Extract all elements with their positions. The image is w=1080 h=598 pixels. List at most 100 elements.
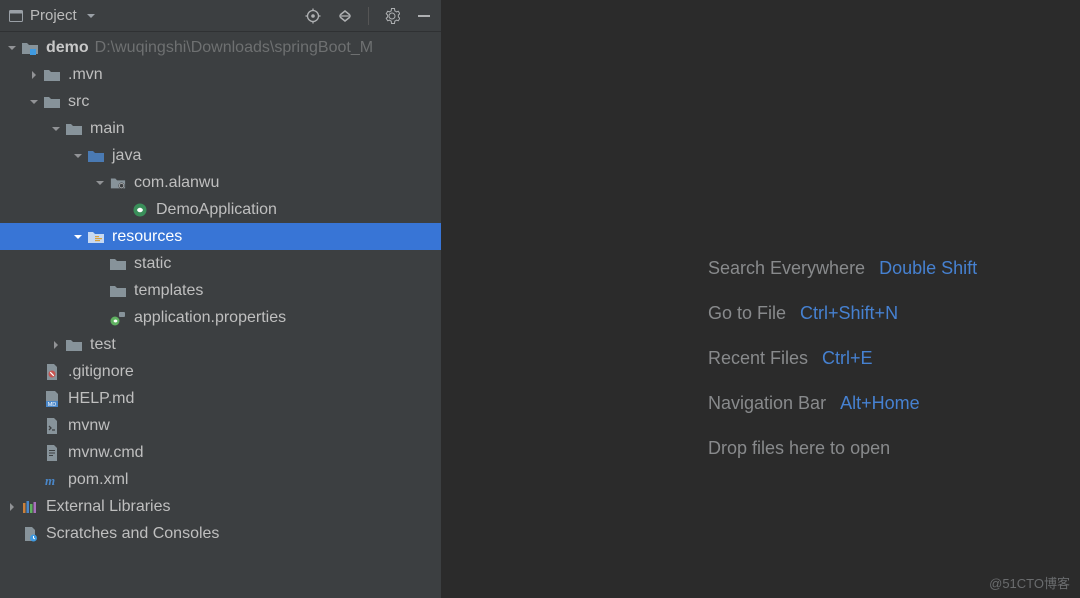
tip-line: Drop files here to open (708, 438, 977, 459)
tree-row-templates[interactable]: templates (0, 277, 441, 304)
tree-row-main[interactable]: main (0, 115, 441, 142)
tip-shortcut: Ctrl+E (822, 348, 873, 369)
tree-label: demo (46, 39, 89, 57)
caret-icon (26, 472, 42, 488)
gitignore-icon (42, 364, 62, 380)
caret-icon (26, 391, 42, 407)
tree-label: .mvn (68, 66, 103, 84)
folder-icon (42, 94, 62, 110)
tip-label: Drop files here to open (708, 438, 890, 459)
folder-icon (108, 256, 128, 272)
toolbar-title[interactable]: Project (30, 7, 77, 24)
caret-icon (92, 283, 108, 299)
caret-icon[interactable] (70, 148, 86, 164)
caret-icon[interactable] (26, 94, 42, 110)
tree-row-pom-xml[interactable]: m pom.xml (0, 466, 441, 493)
tree-label: com.alanwu (134, 174, 219, 192)
caret-icon[interactable] (92, 175, 108, 191)
project-sidebar: Project demo D:\wuqingshi\Downloads\sprin… (0, 0, 442, 598)
caret-icon (114, 202, 130, 218)
package-icon (108, 175, 128, 191)
caret-icon (92, 310, 108, 326)
tree-label: mvnw (68, 417, 110, 435)
tree-row-java[interactable]: java (0, 142, 441, 169)
dropdown-icon[interactable] (83, 8, 99, 24)
scratches-icon (20, 526, 40, 542)
tree-row--mvn[interactable]: .mvn (0, 61, 441, 88)
tree-row-mvnw-cmd[interactable]: mvnw.cmd (0, 439, 441, 466)
tip-label: Go to File (708, 303, 786, 324)
tip-shortcut: Ctrl+Shift+N (800, 303, 898, 324)
tip-shortcut: Double Shift (879, 258, 977, 279)
caret-icon[interactable] (4, 40, 20, 56)
tree-label: application.properties (134, 309, 286, 327)
tree-row-demoapplication[interactable]: DemoApplication (0, 196, 441, 223)
tree-label: src (68, 93, 89, 111)
caret-icon (26, 364, 42, 380)
folder-icon (42, 67, 62, 83)
tree-label: main (90, 120, 125, 138)
tree-row-src[interactable]: src (0, 88, 441, 115)
tree-label: java (112, 147, 141, 165)
tip-label: Recent Files (708, 348, 808, 369)
tip-line: Navigation Bar Alt+Home (708, 393, 977, 414)
md-icon: MD (42, 391, 62, 407)
tree-label: static (134, 255, 171, 273)
tree-label: pom.xml (68, 471, 128, 489)
caret-icon[interactable] (70, 229, 86, 245)
toolbar-divider (368, 7, 369, 25)
collapse-all-icon[interactable] (336, 7, 354, 25)
tree-label: mvnw.cmd (68, 444, 144, 462)
tree-label: DemoApplication (156, 201, 277, 219)
minimize-icon[interactable] (415, 7, 433, 25)
tree-row-com-alanwu[interactable]: com.alanwu (0, 169, 441, 196)
tip-label: Navigation Bar (708, 393, 826, 414)
locate-icon[interactable] (304, 7, 322, 25)
caret-icon[interactable] (48, 121, 64, 137)
editor-empty-state: Search Everywhere Double Shift Go to File C… (442, 0, 1080, 598)
tree-row-static[interactable]: static (0, 250, 441, 277)
libraries-icon (20, 499, 40, 515)
tree-row-external-libraries[interactable]: External Libraries (0, 493, 441, 520)
caret-icon[interactable] (48, 337, 64, 353)
tree-row-demo[interactable]: demo D:\wuqingshi\Downloads\springBoot_M (0, 34, 441, 61)
project-icon (8, 8, 24, 24)
folder-icon (64, 337, 84, 353)
tip-line: Recent Files Ctrl+E (708, 348, 977, 369)
spring-class-icon (130, 202, 150, 218)
caret-icon (4, 526, 20, 542)
project-tree[interactable]: demo D:\wuqingshi\Downloads\springBoot_M.… (0, 32, 441, 598)
caret-icon (26, 445, 42, 461)
tip-label: Search Everywhere (708, 258, 865, 279)
caret-icon[interactable] (26, 67, 42, 83)
watermark: @51CTO博客 (989, 573, 1070, 592)
tree-row-help-md[interactable]: MDHELP.md (0, 385, 441, 412)
tip-line: Search Everywhere Double Shift (708, 258, 977, 279)
shell-icon (42, 418, 62, 434)
resources-folder-icon (86, 229, 106, 245)
project-toolbar: Project (0, 0, 441, 32)
tree-row-application-properties[interactable]: application.properties (0, 304, 441, 331)
caret-icon[interactable] (4, 499, 20, 515)
file-icon (42, 445, 62, 461)
tree-row-scratches-and-consoles[interactable]: Scratches and Consoles (0, 520, 441, 547)
module-folder-icon (20, 40, 40, 56)
caret-icon (26, 418, 42, 434)
tree-row-test[interactable]: test (0, 331, 441, 358)
tree-row--gitignore[interactable]: .gitignore (0, 358, 441, 385)
tree-label: Scratches and Consoles (46, 525, 219, 543)
svg-text:m: m (45, 473, 55, 488)
settings-icon[interactable] (383, 7, 401, 25)
tip-shortcut: Alt+Home (840, 393, 920, 414)
tree-label: test (90, 336, 116, 354)
tree-label: .gitignore (68, 363, 134, 381)
tree-label: templates (134, 282, 203, 300)
tree-row-mvnw[interactable]: mvnw (0, 412, 441, 439)
tree-row-resources[interactable]: resources (0, 223, 441, 250)
editor-tips: Search Everywhere Double Shift Go to File C… (708, 258, 977, 459)
folder-icon (108, 283, 128, 299)
folder-icon (64, 121, 84, 137)
tree-path: D:\wuqingshi\Downloads\springBoot_M (95, 39, 373, 57)
spring-props-icon (108, 310, 128, 326)
tree-label: External Libraries (46, 498, 171, 516)
